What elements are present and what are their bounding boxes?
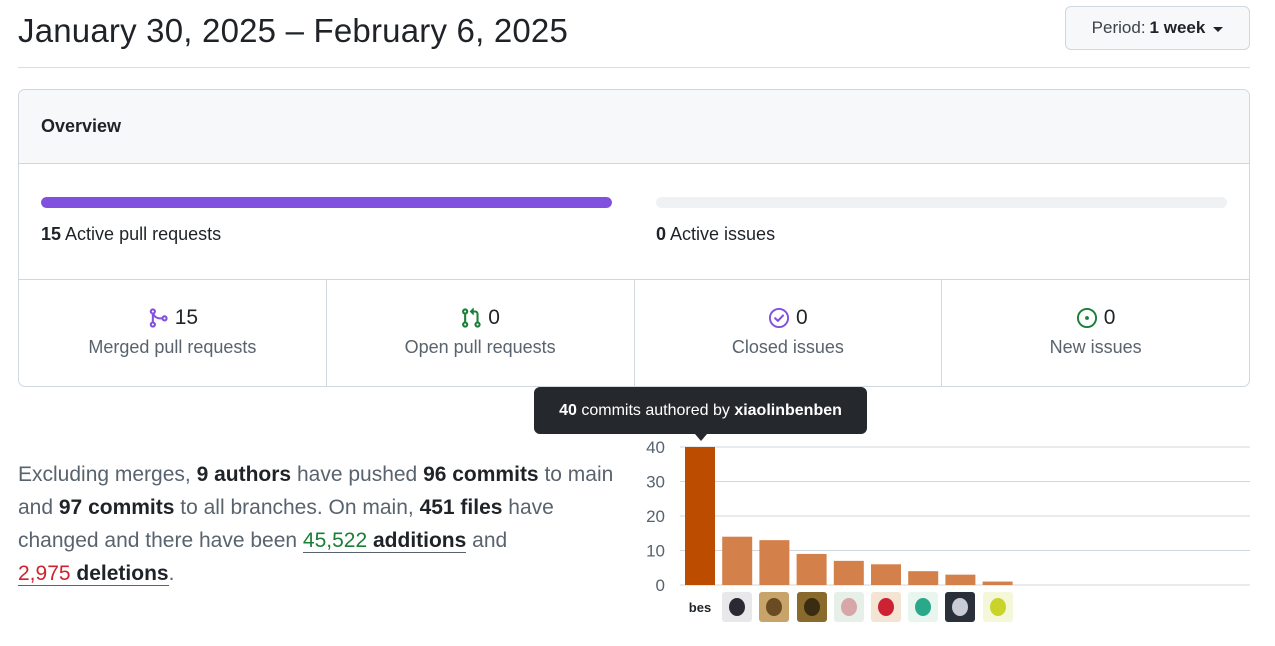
active-pr-count: 15 [41,224,62,244]
commit-bar[interactable] [722,536,753,585]
commit-bar[interactable] [982,581,1013,585]
deletions-number: 2,975 [18,562,71,585]
active-issues-progress-bar[interactable] [656,197,1227,208]
commit-bar[interactable] [759,540,790,585]
commit-summary-text: Excluding merges, 9 authors have pushed … [18,458,638,590]
avatar-figure [952,598,969,616]
y-tick-label: 40 [646,438,665,457]
y-tick-label: 30 [646,473,665,492]
caret-down-icon [1213,26,1224,32]
stat-open-prs[interactable]: 0 Open pull requests [327,280,635,386]
avatar-figure [729,598,746,616]
merged-pr-icon [149,308,168,328]
commit-bar[interactable] [833,560,864,585]
commit-bar[interactable] [908,571,939,585]
stat-merged-prs[interactable]: 15 Merged pull requests [19,280,327,386]
y-tick-label: 0 [656,576,665,595]
tooltip-count: 40 [559,401,577,419]
avatar-figure [989,598,1006,616]
stat-new-issues[interactable]: 0 New issues [942,280,1249,386]
additions-number: 45,522 [302,529,368,552]
open-pr-count: 0 [488,306,500,329]
tooltip-author: xiaolinbenben [734,401,842,419]
overview-stats: 15 Merged pull requests 0 Open pull requ… [19,280,1249,386]
active-pr-progress-bar[interactable] [41,197,612,208]
deletions-link[interactable]: 2,975 deletions [18,562,169,586]
author-avatar[interactable] [871,592,901,622]
author-avatar[interactable] [945,592,976,622]
avatar-figure [766,598,783,616]
avatar-figure [915,598,932,616]
commit-bar[interactable] [796,553,827,585]
author-avatar[interactable] [982,592,1013,622]
commits-by-author-chart: 0 10 20 30 40 bes [636,436,1256,636]
closed-issues-count: 0 [796,306,808,329]
summary-text-4: to all branches. On main, [174,496,420,519]
merged-pr-count: 15 [174,306,199,329]
avatar-figure [840,598,857,616]
tooltip-text: commits authored by [576,401,735,419]
active-issues-caption[interactable]: 0 Active issues [656,224,775,245]
files-count: 451 files [419,496,503,519]
summary-text-1: Excluding merges, [18,463,197,486]
author-avatar[interactable] [796,592,827,622]
overview-box: Overview 15 Active pull requests 0 Activ… [18,89,1250,387]
author-avatar[interactable] [833,592,864,622]
avatar-figure [803,598,820,616]
period-dropdown-button[interactable]: Period: 1 week [1065,6,1250,50]
closed-issue-icon [768,307,790,329]
commit-bar[interactable] [871,564,901,585]
active-pr-label: Active pull requests [65,224,222,244]
period-value: 1 week [1149,18,1206,37]
closed-issues-label: Closed issues [731,337,844,357]
deletions-word: deletions [76,562,169,585]
active-pr-caption[interactable]: 15 Active pull requests [41,224,221,245]
new-issues-label: New issues [1049,337,1142,357]
active-issues-count: 0 [656,224,667,244]
summary-text-7: . [168,562,175,585]
commit-tooltip: 40 commits authored by xiaolinbenben [534,387,867,434]
merged-pr-label: Merged pull requests [88,337,257,357]
commits-all-count: 97 commits [58,496,175,519]
commit-bar[interactable] [945,574,976,585]
summary-text-2: have pushed [291,463,424,486]
active-pr-progress-fill [41,197,612,208]
overview-title: Overview [19,90,1249,164]
period-label: Period: [1091,18,1146,37]
stat-closed-issues[interactable]: 0 Closed issues [635,280,943,386]
author-avatar[interactable] [722,592,753,622]
commits-main-count: 96 commits [423,463,539,486]
authors-count: 9 authors [196,463,292,486]
new-issue-icon [1076,307,1097,329]
y-tick-label: 20 [646,507,665,526]
summary-text-6: and [466,529,508,552]
page-header: January 30, 2025 – February 6, 2025 Peri… [18,0,1250,68]
date-range-title: January 30, 2025 – February 6, 2025 [18,12,569,49]
additions-link[interactable]: 45,522 additions [302,529,467,553]
open-pr-icon [462,307,481,328]
open-pr-label: Open pull requests [404,337,556,357]
author-label[interactable]: bes [689,600,711,615]
author-avatar[interactable] [759,592,790,622]
active-issues-label: Active issues [670,224,776,244]
additions-word: additions [372,529,467,552]
avatar-figure [878,598,894,616]
commit-bar[interactable] [685,447,715,585]
y-tick-label: 10 [646,542,665,561]
overview-bars: 15 Active pull requests 0 Active issues [19,164,1249,280]
author-avatar[interactable] [908,592,939,622]
new-issues-count: 0 [1103,306,1116,329]
